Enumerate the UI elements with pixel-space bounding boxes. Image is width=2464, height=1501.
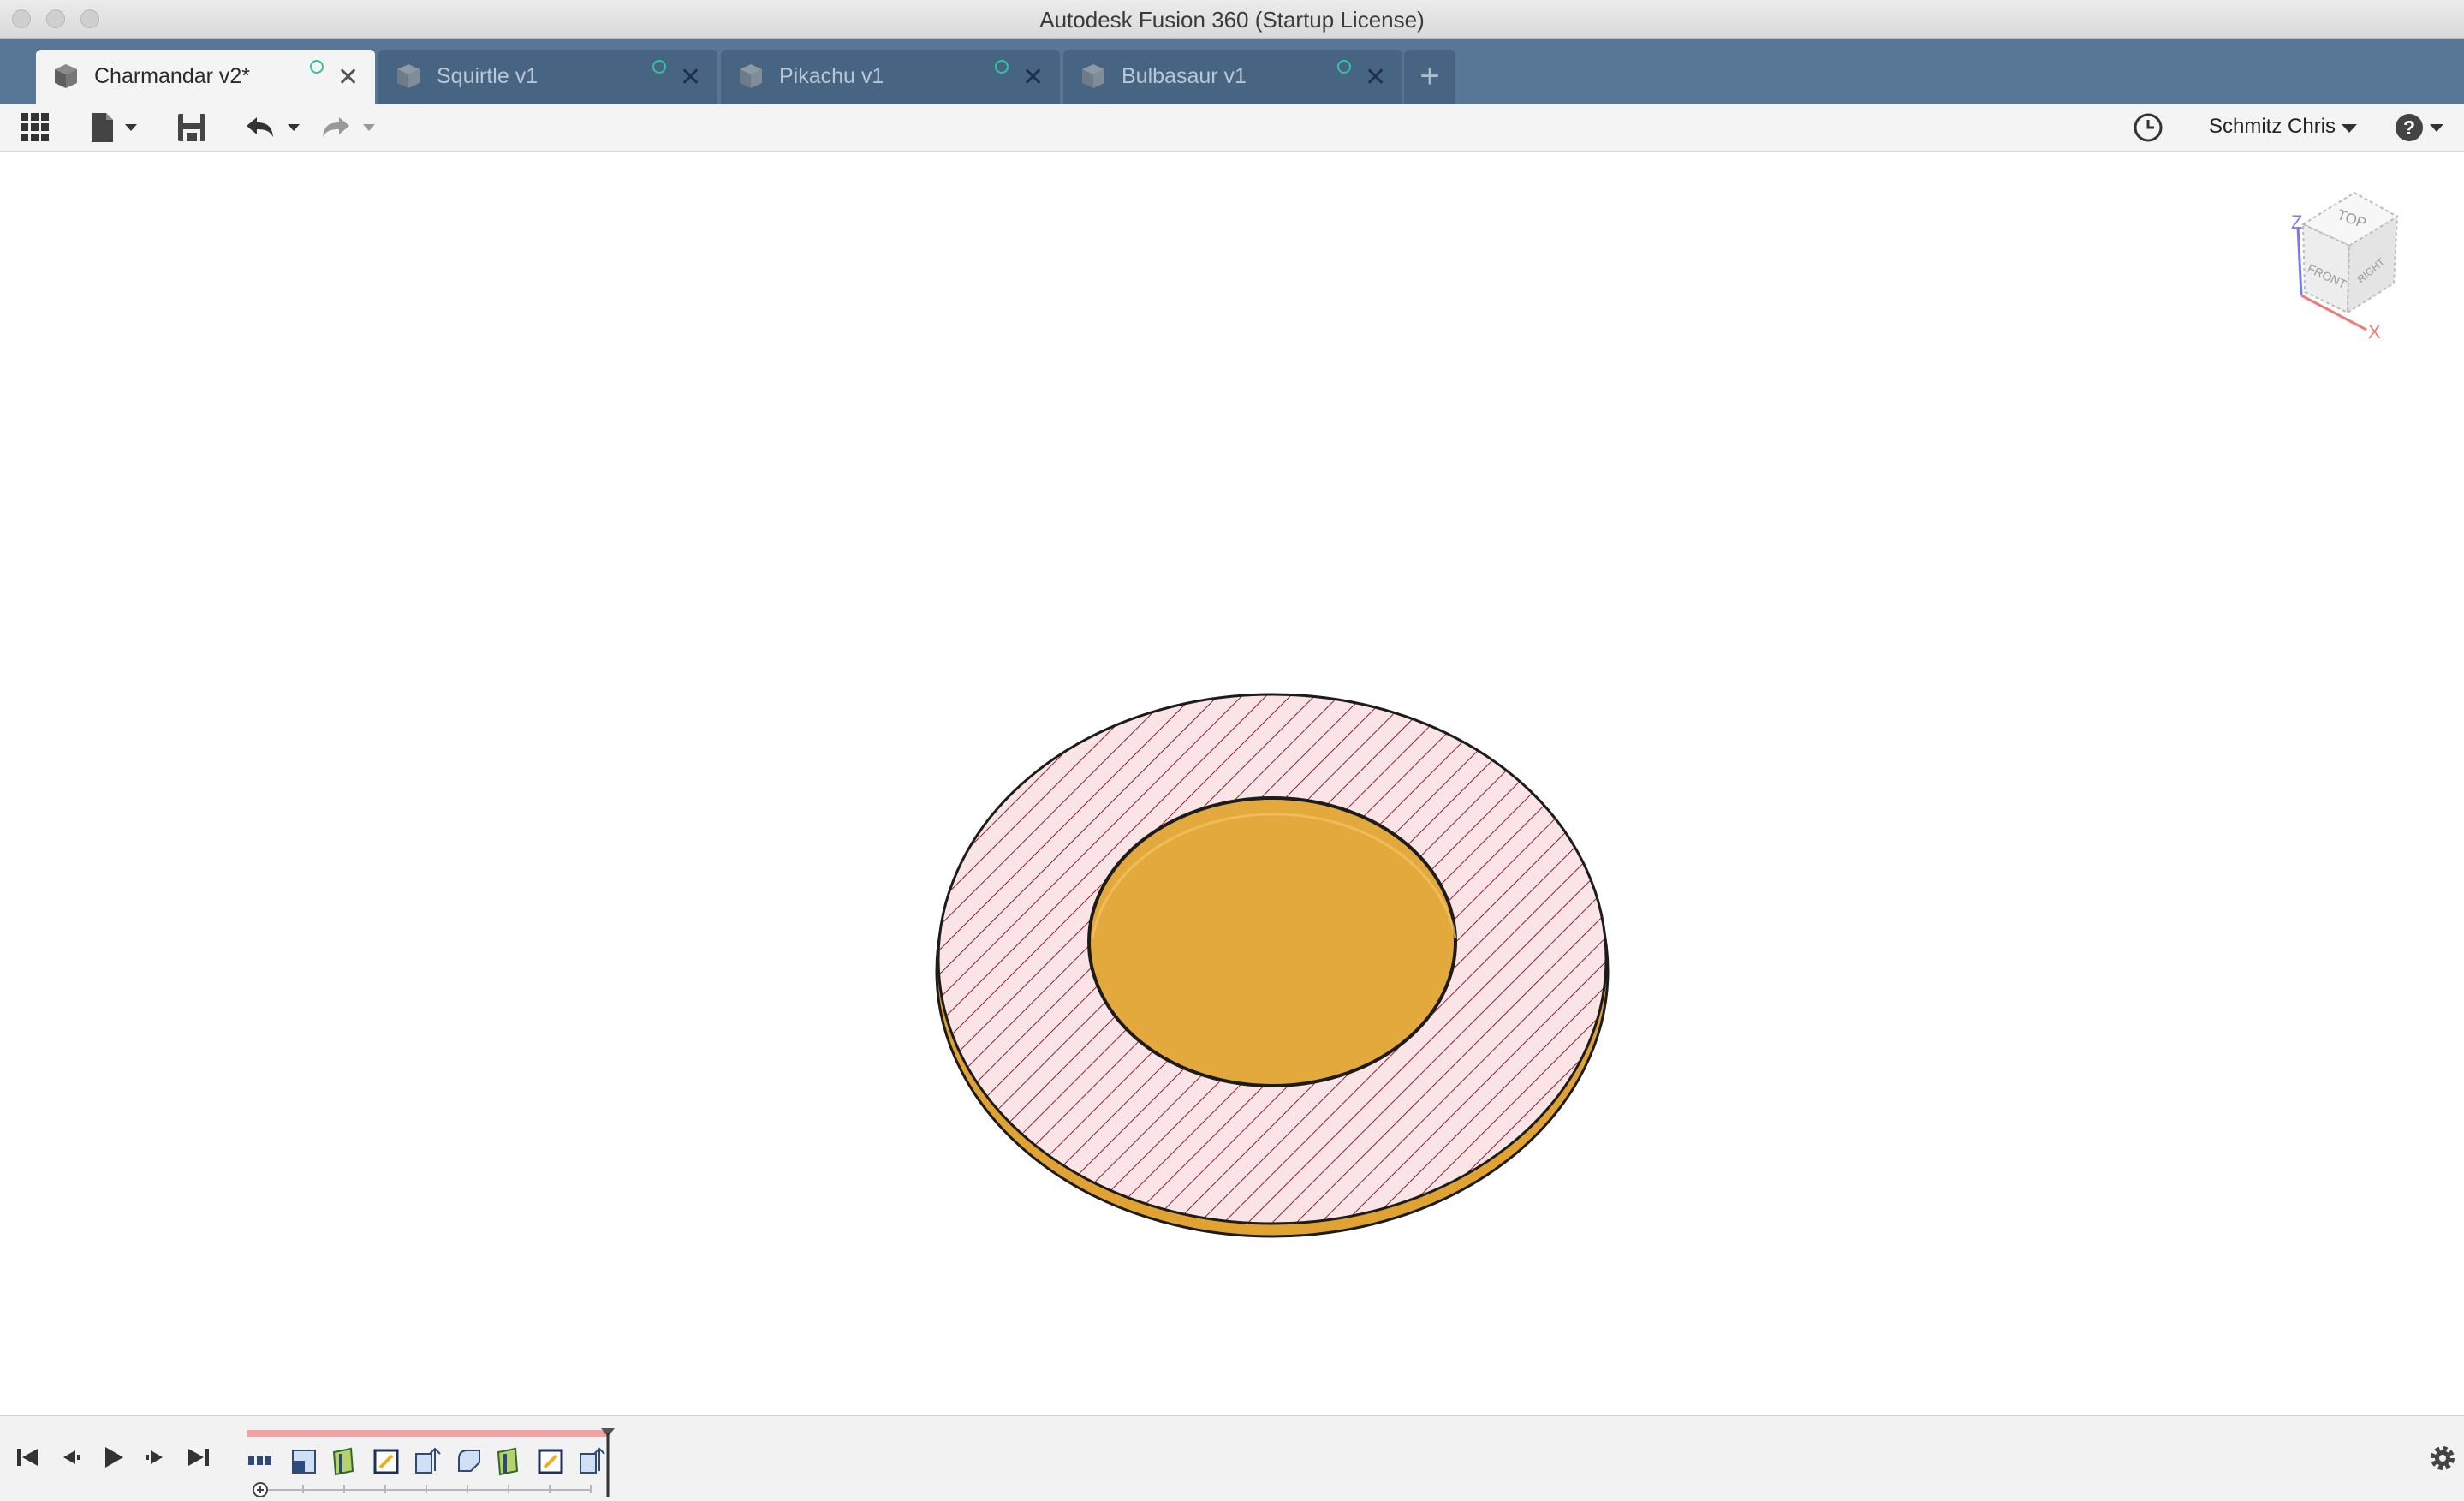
close-icon[interactable]: ✕: [680, 65, 701, 91]
tab-label: Squirtle v1: [437, 64, 539, 88]
grid-menu-icon[interactable]: [19, 111, 51, 144]
chevron-down-icon[interactable]: [2339, 111, 2360, 144]
timeline-bar: [0, 1415, 2464, 1501]
cloud-sync-status-icon: [310, 60, 324, 74]
cloud-sync-status-icon: [995, 60, 1009, 74]
recessed-face[interactable]: [1087, 796, 1457, 1087]
window-title: Autodesk Fusion 360 (Startup License): [1039, 7, 1425, 33]
play-icon[interactable]: [98, 1442, 128, 1473]
sketch-icon[interactable]: [292, 1450, 316, 1474]
canvas-viewport[interactable]: TOP FRONT RIGHT Z X: [0, 152, 2464, 1415]
timeline-marker[interactable]: [601, 1428, 615, 1497]
timeline-track[interactable]: [243, 1425, 637, 1497]
tab-label: Charmandar v2*: [94, 64, 251, 88]
model-canvas[interactable]: [0, 152, 2464, 1415]
cube-icon: [740, 64, 762, 88]
timeline-group-icon[interactable]: [248, 1456, 271, 1465]
close-icon[interactable]: ✕: [337, 65, 359, 91]
close-icon[interactable]: ✕: [1365, 65, 1386, 91]
chevron-down-icon: [125, 124, 137, 131]
axis-z-label: Z: [2291, 211, 2302, 233]
cloud-sync-status-icon: [652, 60, 666, 74]
extrude-icon[interactable]: [415, 1447, 441, 1474]
tab-bulbasaur[interactable]: Bulbasaur v1 ✕: [1063, 50, 1402, 104]
user-account-menu[interactable]: Schmitz Chris: [2209, 115, 2336, 139]
save-icon[interactable]: [176, 111, 207, 144]
view-cube[interactable]: TOP FRONT RIGHT Z X: [2269, 186, 2440, 340]
tab-squirtle[interactable]: Squirtle v1 ✕: [378, 50, 717, 104]
cube-icon: [1082, 64, 1104, 88]
svg-text:?: ?: [2403, 116, 2415, 139]
history-clock-icon[interactable]: [2132, 111, 2164, 144]
skip-to-start-icon[interactable]: [12, 1442, 43, 1473]
fillet-icon[interactable]: [458, 1450, 480, 1472]
cloud-sync-status-icon: [1337, 60, 1351, 74]
cube-icon: [55, 64, 77, 88]
skip-to-end-icon[interactable]: [183, 1442, 214, 1473]
tab-label: Bulbasaur v1: [1122, 64, 1247, 88]
file-menu-button[interactable]: [89, 111, 144, 144]
step-forward-icon[interactable]: [140, 1442, 171, 1473]
extrude-icon[interactable]: [332, 1447, 354, 1476]
document-tab-strip: Charmandar v2* ✕ Squirtle v1 ✕ Pikachu v…: [0, 39, 2464, 104]
tab-pikachu[interactable]: Pikachu v1 ✕: [721, 50, 1060, 104]
undo-icon[interactable]: [245, 111, 307, 144]
step-back-icon[interactable]: [55, 1442, 86, 1473]
tab-charmandar[interactable]: Charmandar v2* ✕: [36, 50, 375, 104]
sketch-icon[interactable]: [373, 1449, 399, 1474]
help-icon[interactable]: ?: [2394, 111, 2449, 144]
new-tab-button[interactable]: +: [1404, 50, 1455, 104]
title-bar: Autodesk Fusion 360 (Startup License): [0, 0, 2464, 39]
plus-icon: +: [1419, 57, 1440, 95]
sketch-icon[interactable]: [538, 1449, 563, 1474]
extrude-icon[interactable]: [580, 1447, 605, 1474]
axis-x-label: X: [2368, 321, 2381, 340]
gear-icon[interactable]: [2426, 1442, 2459, 1474]
tab-label: Pikachu v1: [779, 64, 884, 88]
cube-icon: [397, 64, 420, 88]
timeline-progress: [247, 1430, 608, 1437]
close-icon[interactable]: ✕: [1022, 65, 1044, 91]
redo-icon[interactable]: [320, 111, 382, 144]
extrude-icon[interactable]: [497, 1447, 519, 1476]
application-toolbar: Schmitz Chris ?: [0, 104, 2464, 152]
